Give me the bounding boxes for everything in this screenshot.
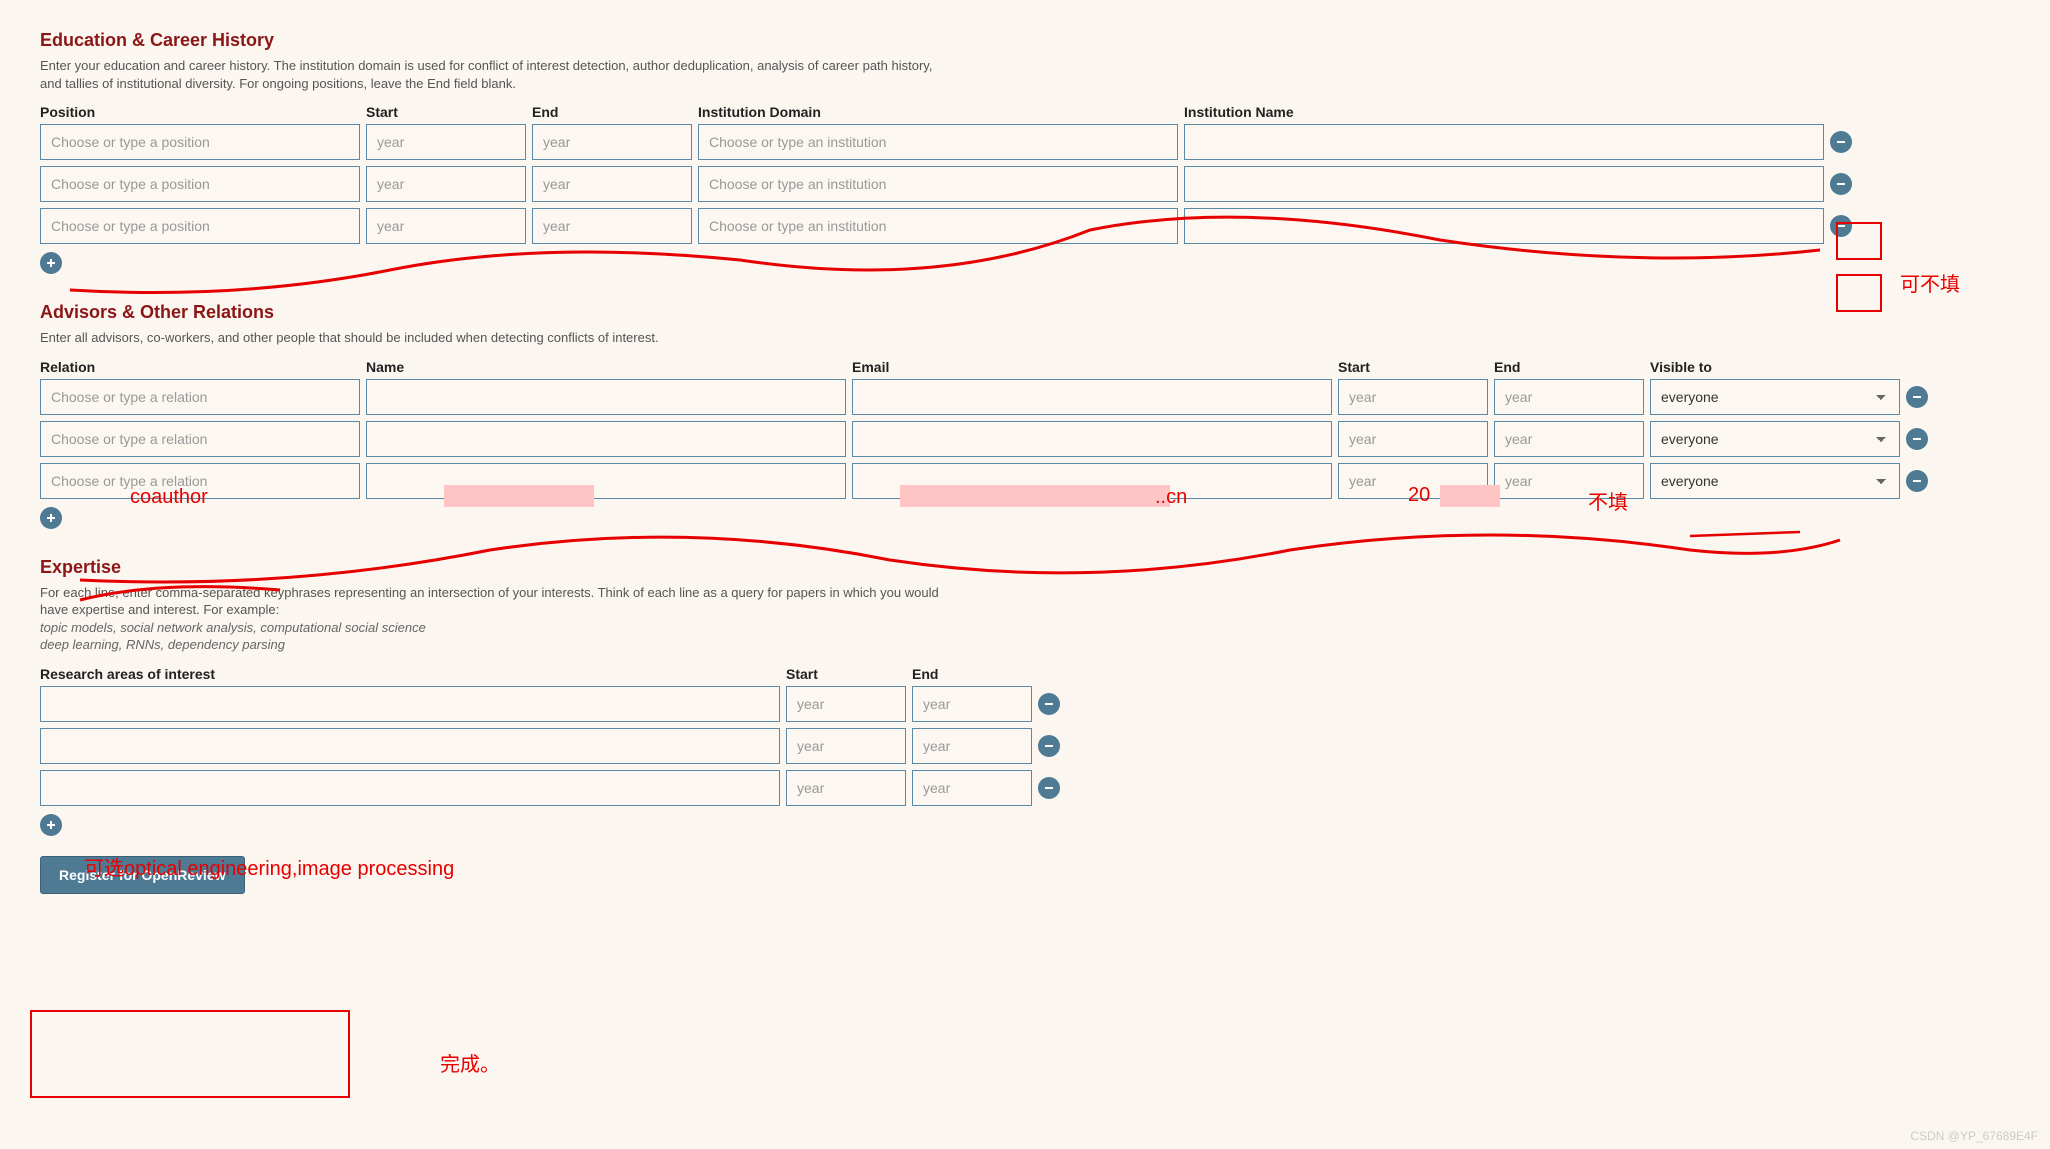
research-input[interactable] <box>40 770 780 806</box>
exp-end-input[interactable] <box>912 770 1032 806</box>
remove-row-button[interactable] <box>1906 428 1928 450</box>
header-start: Start <box>1338 359 1488 375</box>
annotation-box <box>30 1010 350 1098</box>
add-row-button[interactable] <box>40 252 62 274</box>
header-start: Start <box>786 666 906 682</box>
research-input[interactable] <box>40 728 780 764</box>
add-row-button[interactable] <box>40 814 62 836</box>
visible-to-select[interactable]: everyone <box>1650 379 1900 415</box>
advisor-row: everyone <box>40 463 2010 499</box>
register-button[interactable]: Register for OpenReview <box>40 856 245 894</box>
institution-name-input[interactable] <box>1184 124 1824 160</box>
education-section: Education & Career History Enter your ed… <box>40 30 2010 274</box>
advisor-name-input[interactable] <box>366 421 846 457</box>
institution-name-input[interactable] <box>1184 166 1824 202</box>
visible-to-select[interactable]: everyone <box>1650 463 1900 499</box>
expertise-example1: topic models, social network analysis, c… <box>40 620 426 635</box>
remove-row-button[interactable] <box>1830 215 1852 237</box>
expertise-row <box>40 686 2010 722</box>
exp-end-input[interactable] <box>912 728 1032 764</box>
expertise-title: Expertise <box>40 557 2010 578</box>
header-email: Email <box>852 359 1332 375</box>
institution-domain-input[interactable] <box>698 124 1178 160</box>
advisors-desc: Enter all advisors, co-workers, and othe… <box>40 329 940 347</box>
header-start: Start <box>366 104 526 120</box>
advisor-end-input[interactable] <box>1494 421 1644 457</box>
remove-row-button[interactable] <box>1830 173 1852 195</box>
expertise-section: Expertise For each line, enter comma-sep… <box>40 557 2010 894</box>
add-row-button[interactable] <box>40 507 62 529</box>
advisor-name-input[interactable] <box>366 463 846 499</box>
watermark: CSDN @YP_67689E4F <box>1910 1129 2038 1143</box>
advisor-start-input[interactable] <box>1338 463 1488 499</box>
start-year-input[interactable] <box>366 208 526 244</box>
advisor-end-input[interactable] <box>1494 463 1644 499</box>
position-input[interactable] <box>40 166 360 202</box>
position-input[interactable] <box>40 208 360 244</box>
advisor-name-input[interactable] <box>366 379 846 415</box>
advisor-row: everyone <box>40 379 2010 415</box>
advisors-title: Advisors & Other Relations <box>40 302 2010 323</box>
start-year-input[interactable] <box>366 166 526 202</box>
annotation-strikethrough <box>1690 528 1810 544</box>
end-year-input[interactable] <box>532 208 692 244</box>
institution-name-input[interactable] <box>1184 208 1824 244</box>
remove-row-button[interactable] <box>1038 693 1060 715</box>
advisor-email-input[interactable] <box>852 421 1332 457</box>
advisor-row: everyone <box>40 421 2010 457</box>
header-relation: Relation <box>40 359 360 375</box>
advisor-end-input[interactable] <box>1494 379 1644 415</box>
header-name: Name <box>366 359 846 375</box>
remove-row-button[interactable] <box>1906 386 1928 408</box>
expertise-desc: For each line, enter comma-separated key… <box>40 584 940 654</box>
institution-domain-input[interactable] <box>698 208 1178 244</box>
expertise-row <box>40 728 2010 764</box>
education-row <box>40 124 2010 160</box>
remove-row-button[interactable] <box>1038 777 1060 799</box>
institution-domain-input[interactable] <box>698 166 1178 202</box>
expertise-headers: Research areas of interest Start End <box>40 666 2010 682</box>
remove-row-button[interactable] <box>1830 131 1852 153</box>
header-end: End <box>1494 359 1644 375</box>
education-headers: Position Start End Institution Domain In… <box>40 104 2010 120</box>
end-year-input[interactable] <box>532 124 692 160</box>
annotation-done: 完成。 <box>440 1048 500 1077</box>
header-visible: Visible to <box>1650 359 1900 375</box>
education-desc: Enter your education and career history.… <box>40 57 940 92</box>
relation-input[interactable] <box>40 379 360 415</box>
relation-input[interactable] <box>40 463 360 499</box>
remove-row-button[interactable] <box>1906 470 1928 492</box>
education-title: Education & Career History <box>40 30 2010 51</box>
advisor-email-input[interactable] <box>852 463 1332 499</box>
advisor-email-input[interactable] <box>852 379 1332 415</box>
expertise-example2: deep learning, RNNs, dependency parsing <box>40 637 285 652</box>
expertise-desc-text: For each line, enter comma-separated key… <box>40 585 939 618</box>
header-position: Position <box>40 104 360 120</box>
relation-input[interactable] <box>40 421 360 457</box>
start-year-input[interactable] <box>366 124 526 160</box>
advisors-headers: Relation Name Email Start End Visible to <box>40 359 2010 375</box>
remove-row-button[interactable] <box>1038 735 1060 757</box>
exp-end-input[interactable] <box>912 686 1032 722</box>
expertise-row <box>40 770 2010 806</box>
exp-start-input[interactable] <box>786 770 906 806</box>
research-input[interactable] <box>40 686 780 722</box>
header-research: Research areas of interest <box>40 666 780 682</box>
education-row <box>40 208 2010 244</box>
header-end: End <box>532 104 692 120</box>
header-inst-name: Institution Name <box>1184 104 1824 120</box>
advisor-start-input[interactable] <box>1338 421 1488 457</box>
advisor-start-input[interactable] <box>1338 379 1488 415</box>
advisors-section: Advisors & Other Relations Enter all adv… <box>40 302 2010 529</box>
exp-start-input[interactable] <box>786 686 906 722</box>
education-row <box>40 166 2010 202</box>
exp-start-input[interactable] <box>786 728 906 764</box>
visible-to-select[interactable]: everyone <box>1650 421 1900 457</box>
header-domain: Institution Domain <box>698 104 1178 120</box>
position-input[interactable] <box>40 124 360 160</box>
end-year-input[interactable] <box>532 166 692 202</box>
header-end: End <box>912 666 1032 682</box>
